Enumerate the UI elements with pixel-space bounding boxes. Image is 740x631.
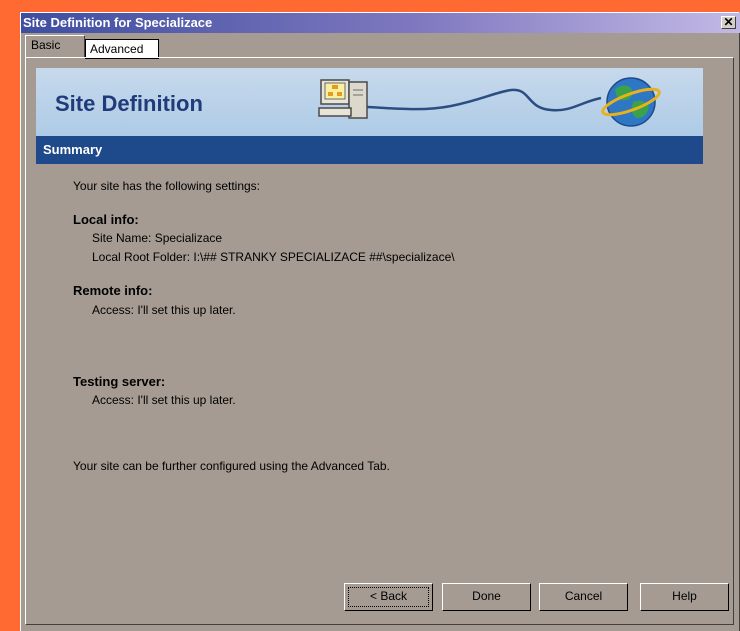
tab-basic[interactable]: Basic bbox=[25, 35, 85, 57]
help-button[interactable]: Help bbox=[640, 583, 729, 611]
title-bar[interactable]: Site Definition for Specializace ✕ bbox=[21, 13, 740, 33]
tab-advanced-label: Advanced bbox=[90, 42, 144, 56]
done-button[interactable]: Done bbox=[442, 583, 531, 611]
tab-advanced[interactable]: Advanced bbox=[85, 39, 159, 59]
summary-header-label: Summary bbox=[43, 142, 103, 157]
cancel-button-label: Cancel bbox=[564, 589, 603, 603]
window-title: Site Definition for Specializace bbox=[23, 15, 213, 30]
banner-illustration bbox=[318, 77, 661, 127]
back-button-label: < Back bbox=[369, 589, 408, 603]
banner-title: Site Definition bbox=[55, 91, 203, 116]
advanced-tab-note: Your site can be further configured usin… bbox=[73, 459, 390, 473]
testing-access: Access: I'll set this up later. bbox=[92, 393, 236, 407]
globe-icon bbox=[601, 77, 661, 127]
help-button-label: Help bbox=[672, 589, 697, 603]
local-root-folder: Local Root Folder: I:\## STRANKY SPECIAL… bbox=[92, 250, 455, 264]
done-button-label: Done bbox=[472, 589, 501, 603]
summary-header: Summary bbox=[36, 136, 703, 164]
back-button[interactable]: < Back bbox=[344, 583, 433, 611]
remote-access: Access: I'll set this up later. bbox=[92, 303, 236, 317]
summary-intro: Your site has the following settings: bbox=[73, 179, 261, 193]
computer-icon bbox=[318, 79, 368, 119]
tab-basic-label: Basic bbox=[31, 38, 61, 52]
close-icon: ✕ bbox=[723, 15, 734, 29]
cancel-button[interactable]: Cancel bbox=[539, 583, 628, 611]
remote-info-heading: Remote info: bbox=[73, 283, 153, 298]
close-button[interactable]: ✕ bbox=[721, 16, 736, 29]
site-definition-banner: Site Definition bbox=[36, 68, 703, 136]
local-info-heading: Local info: bbox=[73, 212, 139, 227]
site-definition-dialog: Site Definition for Specializace ✕ Basic… bbox=[20, 12, 740, 631]
local-site-name: Site Name: Specializace bbox=[92, 231, 223, 245]
testing-server-heading: Testing server: bbox=[73, 374, 166, 389]
